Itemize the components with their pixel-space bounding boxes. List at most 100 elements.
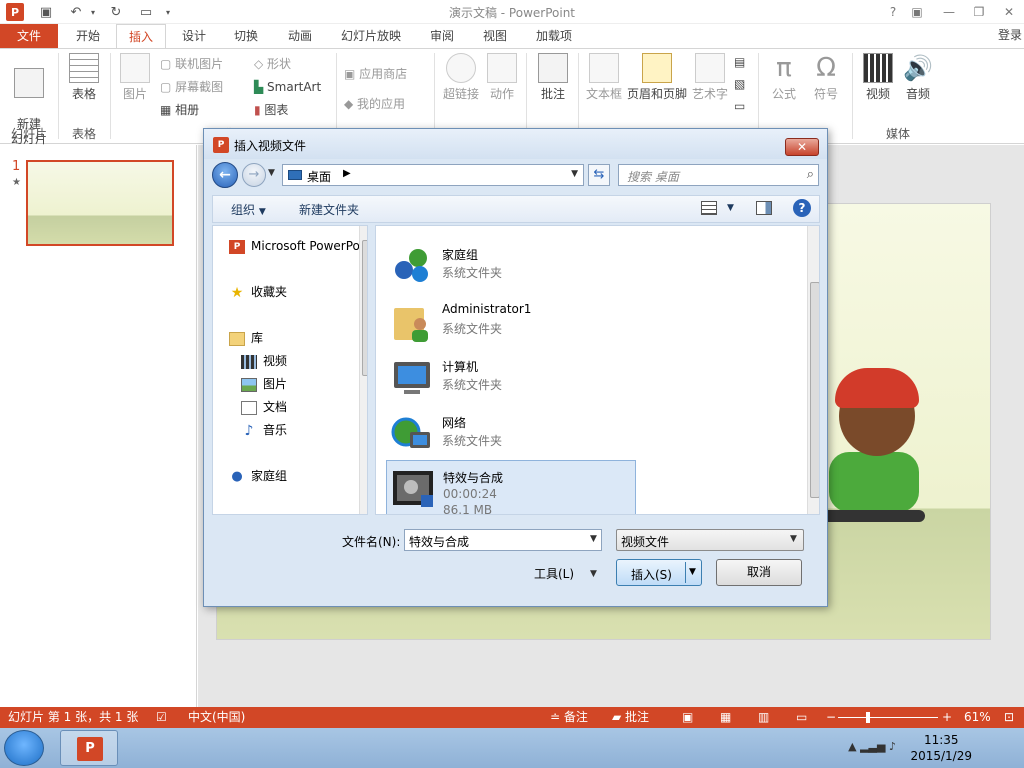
maximize-button[interactable]: ❐ [966,2,992,22]
forward-button[interactable]: → [242,163,266,187]
slideshow-view-icon[interactable]: ▭ [796,709,807,726]
tab-addins[interactable]: 加载项 [526,24,582,48]
tab-view[interactable]: 视图 [472,24,518,48]
file-item-administrator[interactable]: Administrator1 系统文件夹 [386,294,636,350]
tab-transitions[interactable]: 切换 [222,24,270,48]
normal-view-icon[interactable]: ▣ [682,709,693,726]
search-icon[interactable]: ⌕ [807,167,814,182]
notes-button[interactable]: ≐ 备注 [550,709,588,726]
login-link[interactable]: 登录 [998,26,1022,43]
picture-button[interactable]: 图片 [114,53,156,102]
table-button[interactable]: 表格 [62,53,106,102]
address-bar[interactable]: 桌面 ▶ ▼ [282,164,584,186]
slide-thumbnail[interactable] [26,160,174,246]
close-button[interactable]: ✕ [996,2,1022,22]
ribbon-display-options-icon[interactable]: ▣ [904,2,930,22]
nav-item-powerpoint[interactable]: P Microsoft PowerPoint [229,236,367,256]
tab-review[interactable]: 审阅 [418,24,466,48]
back-button[interactable]: ← [212,162,238,188]
minimize-button[interactable]: — [936,2,962,22]
zoom-in-icon[interactable]: + [942,709,952,726]
filename-dropdown-icon[interactable]: ▼ [590,534,597,544]
nav-item-homegroup[interactable]: ● 家庭组 [229,466,287,486]
album-button[interactable]: ▦ 相册 [160,101,199,119]
nav-item-documents[interactable]: 文档 [241,397,287,417]
action-button[interactable]: 动作 [484,53,520,102]
nav-item-music[interactable]: ♪ 音乐 [241,420,287,440]
cancel-button[interactable]: 取消 [716,559,802,586]
hyperlink-button[interactable]: 超链接 [438,53,484,102]
new-folder-button[interactable]: 新建文件夹 [299,201,359,218]
audio-button[interactable]: 🔊 音频 [898,53,938,102]
shapes-button[interactable]: ◇ 形状 [254,55,291,73]
file-list-scrollbar[interactable] [807,226,819,514]
nav-item-pictures[interactable]: 图片 [241,374,287,394]
zoom-out-icon[interactable]: − [826,709,836,726]
comments-button[interactable]: ▰ 批注 [612,709,649,726]
network-tray-icon[interactable]: ▂▃▅ [860,740,885,753]
organize-button[interactable]: 组织 ▼ [231,201,266,218]
scrollbar-thumb[interactable] [362,240,367,376]
dialog-close-button[interactable]: ✕ [785,138,819,156]
address-dropdown-icon[interactable]: ▼ [571,169,578,179]
search-input[interactable]: 搜索 桌面 ⌕ [618,164,819,186]
filename-input[interactable]: 特效与合成 [404,529,602,551]
change-view-icon[interactable] [701,201,717,215]
textbox-button[interactable]: 文本框 [582,53,626,102]
preview-pane-icon[interactable] [756,201,772,215]
reading-view-icon[interactable]: ▥ [758,709,769,726]
nav-item-videos[interactable]: 视频 [241,351,287,371]
taskbar-powerpoint-button[interactable]: P [60,730,118,766]
file-item-computer[interactable]: 计算机 系统文件夹 [386,350,636,406]
slide-number-icon[interactable]: ▧ [734,75,745,93]
breadcrumb-arrow-icon[interactable]: ▶ [343,168,351,179]
wordart-button[interactable]: 艺术字 [690,53,730,102]
tab-design[interactable]: 设计 [170,24,218,48]
header-footer-button[interactable]: 页眉和页脚 [624,53,690,102]
chart-button[interactable]: ▮ 图表 [254,101,288,119]
symbol-button[interactable]: Ω 符号 [806,53,846,102]
nav-item-favorites[interactable]: ★ 收藏夹 [229,282,287,302]
app-store-button[interactable]: ▣ 应用商店 [344,65,407,83]
screenshot-button[interactable]: ▢ 屏幕截图 [160,78,223,96]
help-icon[interactable]: ? [793,199,811,217]
tab-insert[interactable]: 插入 [116,24,166,48]
tools-button[interactable]: 工具(L) [534,565,574,582]
object-icon[interactable]: ▭ [734,97,745,115]
navigation-scrollbar[interactable] [359,226,367,514]
tools-dropdown-icon[interactable]: ▼ [590,569,597,579]
tray-arrow-icon[interactable]: ▲ [848,740,856,753]
smartart-button[interactable]: ▙ SmartArt [254,78,321,96]
file-item-homegroup[interactable]: 家庭组 系统文件夹 [386,238,636,294]
filetype-dropdown-icon[interactable]: ▼ [790,534,797,544]
tab-slideshow[interactable]: 幻灯片放映 [330,24,412,48]
zoom-level[interactable]: 61% [964,709,991,726]
tab-file[interactable]: 文件 [0,24,58,48]
video-button[interactable]: 视频 [858,53,898,102]
fit-slide-icon[interactable]: ⊡ [1004,709,1014,726]
recent-locations-dropdown[interactable]: ▼ [268,168,275,178]
start-button[interactable] [4,730,44,766]
zoom-slider-thumb[interactable] [866,712,870,723]
insert-button[interactable]: 插入(S) ▼ [616,559,702,586]
system-tray[interactable]: ▲ ▂▃▅ ♪ [848,740,896,753]
volume-tray-icon[interactable]: ♪ [889,740,896,753]
file-item-video-selected[interactable]: 特效与合成 00:00:24 86.1 MB [386,460,636,514]
spell-check-icon[interactable]: ☑ [156,709,167,726]
system-clock[interactable]: 11:35 2015/1/29 [910,732,972,764]
view-dropdown-icon[interactable]: ▼ [727,203,734,213]
zoom-slider[interactable] [838,717,938,718]
insert-options-dropdown-icon[interactable]: ▼ [689,567,696,577]
date-time-icon[interactable]: ▤ [734,53,745,71]
language-indicator[interactable]: 中文(中国) [188,709,245,726]
comment-button[interactable]: 批注 [532,53,574,102]
nav-item-libraries[interactable]: 库 [229,328,263,348]
scrollbar-thumb[interactable] [810,282,819,498]
file-item-network[interactable]: 网络 系统文件夹 [386,406,636,462]
filetype-select[interactable]: 视频文件 [616,529,804,551]
slide-sorter-icon[interactable]: ▦ [720,709,731,726]
online-picture-button[interactable]: ▢ 联机图片 [160,55,223,73]
tab-animations[interactable]: 动画 [276,24,324,48]
my-apps-button[interactable]: ◆ 我的应用 [344,95,405,113]
help-button[interactable]: ? [880,2,906,22]
